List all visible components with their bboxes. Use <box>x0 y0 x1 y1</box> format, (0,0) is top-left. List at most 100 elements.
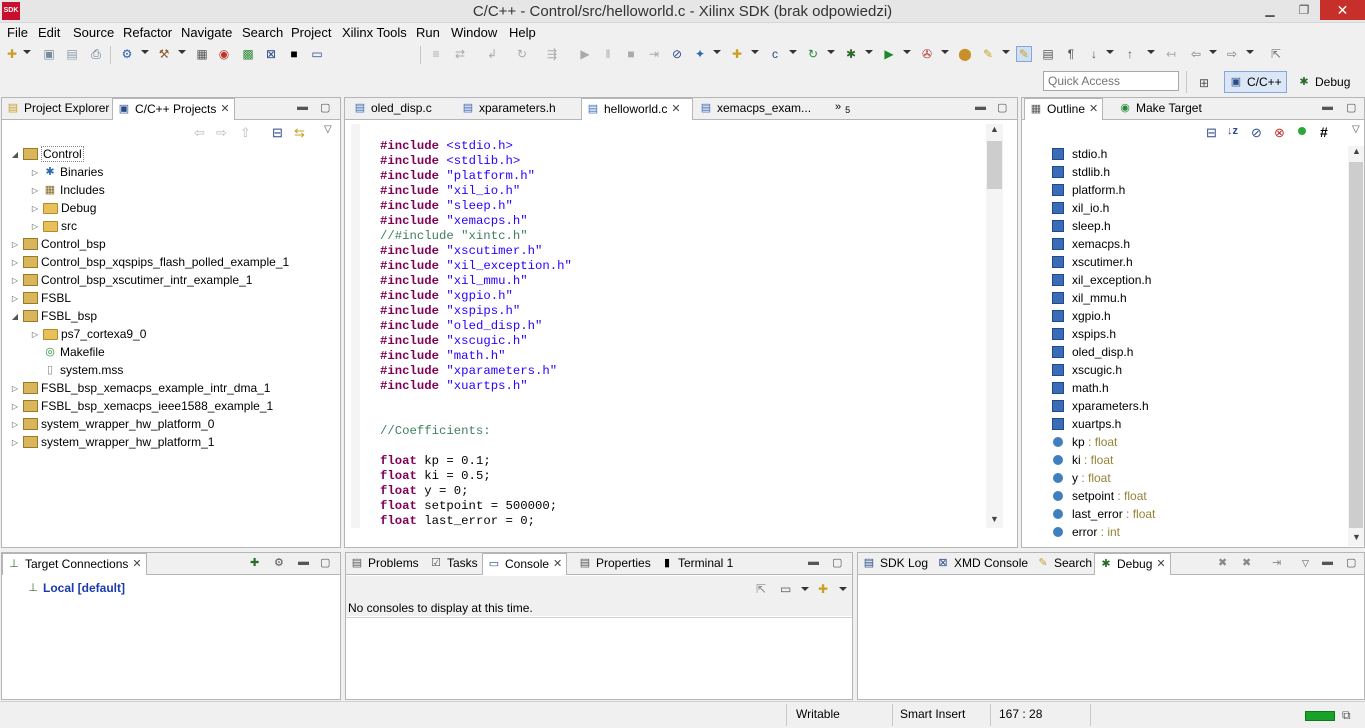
collapse-outline-icon[interactable]: ⊟ <box>1206 125 1217 141</box>
tree-item[interactable]: ▷ Debug <box>30 199 96 217</box>
collapsed-arrow-icon[interactable]: ▷ <box>10 384 20 393</box>
run-icon[interactable]: ▶ <box>881 46 897 62</box>
scroll-up-icon[interactable]: ▲ <box>990 124 999 134</box>
search-dropdown-icon[interactable] <box>1002 50 1010 54</box>
tab-target-connections[interactable]: ⊥ Target Connections ✕ <box>2 553 147 575</box>
step-filter-icon[interactable]: ⇥ <box>1272 556 1281 569</box>
pin-console-icon[interactable]: ⇱ <box>756 582 766 596</box>
menu-project[interactable]: Project <box>291 25 331 40</box>
tree-item[interactable]: ▷ Control_bsp_xqspips_flash_polled_exampl… <box>10 253 289 271</box>
sort-icon[interactable]: ↓z <box>1227 125 1238 137</box>
outline-include[interactable]: xscutimer.h <box>1052 253 1133 271</box>
close-tab-icon[interactable]: ✕ <box>220 102 229 115</box>
expanded-arrow-icon[interactable]: ◢ <box>10 150 20 159</box>
perspective-debug[interactable]: ✱ Debug <box>1293 71 1354 93</box>
tree-item[interactable]: ◢ Control <box>10 145 84 163</box>
new-connection-icon[interactable]: ✚ <box>250 556 259 569</box>
show-whitespace-icon[interactable]: ▤ <box>1040 46 1056 62</box>
expanded-arrow-icon[interactable]: ◢ <box>10 312 20 321</box>
minimize-editor-icon[interactable]: ▬ <box>975 101 986 113</box>
menu-run[interactable]: Run <box>416 25 440 40</box>
tree-item[interactable]: ▷ src <box>30 217 77 235</box>
outline-variable[interactable]: last_error : float <box>1052 505 1155 523</box>
new-project-dropdown-icon[interactable] <box>713 50 721 54</box>
menu-navigate[interactable]: Navigate <box>181 25 232 40</box>
forward-dropdown-icon[interactable] <box>1246 50 1254 54</box>
new-icon[interactable]: ✚ <box>4 46 20 62</box>
tab-cpp-projects[interactable]: ▣ C/C++ Projects ✕ <box>112 98 235 120</box>
pilcrow-icon[interactable]: ¶ <box>1063 46 1079 62</box>
scroll-thumb[interactable] <box>987 141 1002 189</box>
new-dropdown-icon[interactable] <box>23 50 31 54</box>
forward-icon[interactable]: ⇨ <box>1224 46 1240 62</box>
tab-debug[interactable]: ✱ Debug ✕ <box>1094 553 1171 575</box>
binary-icon[interactable]: ▦ <box>194 46 210 62</box>
tab-oled-disp[interactable]: ▤ oled_disp.c <box>349 98 436 120</box>
tree-item[interactable]: ▷ ▦ Includes <box>30 181 105 199</box>
collapsed-arrow-icon[interactable]: ▷ <box>30 204 40 213</box>
debug-bug-icon[interactable]: ✱ <box>843 46 859 62</box>
hide-fields-icon[interactable]: ⊘ <box>1251 125 1262 141</box>
close-tab-icon[interactable]: ✕ <box>1089 102 1098 115</box>
collapsed-arrow-icon[interactable]: ▷ <box>30 168 40 177</box>
tree-item[interactable]: ◎ Makefile <box>30 343 105 361</box>
maximize-view-icon[interactable]: ▢ <box>320 101 330 114</box>
menu-xilinx-tools[interactable]: Xilinx Tools <box>342 25 407 40</box>
next-annotation-dropdown-icon[interactable] <box>1106 50 1114 54</box>
collapsed-arrow-icon[interactable]: ▷ <box>10 402 20 411</box>
minimize-outline-icon[interactable]: ▬ <box>1322 101 1333 113</box>
outline-scrollbar[interactable]: ▲ ▼ <box>1348 146 1364 546</box>
minimize-debug-icon[interactable]: ▬ <box>1322 556 1333 568</box>
outline-include[interactable]: xscugic.h <box>1052 361 1122 379</box>
save-all-icon[interactable]: ▤ <box>64 46 80 62</box>
tab-helloworld[interactable]: ▤ helloworld.c ✕ <box>581 98 693 120</box>
maximize-debug-icon[interactable]: ▢ <box>1346 556 1356 569</box>
refresh-icon[interactable]: ↻ <box>805 46 821 62</box>
collapsed-arrow-icon[interactable]: ▷ <box>30 186 40 195</box>
group-includes-icon[interactable]: # <box>1320 124 1328 140</box>
tab-terminal[interactable]: ▮ Terminal 1 <box>656 553 737 575</box>
heap-status-bar[interactable] <box>1305 711 1335 721</box>
open-console-icon[interactable]: ✚ <box>818 582 828 596</box>
menu-window[interactable]: Window <box>451 25 497 40</box>
back-dropdown-icon[interactable] <box>1209 50 1217 54</box>
menu-edit[interactable]: Edit <box>38 25 60 40</box>
minimize-view-icon[interactable]: ▬ <box>297 101 308 113</box>
new-folder-dropdown-icon[interactable] <box>751 50 759 54</box>
tree-item[interactable]: ▷ Control_bsp_xscutimer_intr_example_1 <box>10 271 253 289</box>
outline-scroll-up-icon[interactable]: ▲ <box>1352 146 1361 156</box>
new-cpp-project-icon[interactable]: ✦ <box>692 46 708 62</box>
collapsed-arrow-icon[interactable]: ▷ <box>10 240 20 249</box>
search-torch-icon[interactable]: ✎ <box>980 46 996 62</box>
tab-make-target[interactable]: ◉ Make Target <box>1114 98 1206 120</box>
terminal-icon[interactable]: ■ <box>286 46 302 62</box>
tree-item[interactable]: ▷ system_wrapper_hw_platform_0 <box>10 415 215 433</box>
tab-project-explorer[interactable]: ▤ Project Explorer <box>2 98 113 120</box>
perspective-cpp[interactable]: ▣ C/C++ <box>1224 71 1287 93</box>
menu-refactor[interactable]: Refactor <box>123 25 172 40</box>
tree-item[interactable]: ▯ system.mss <box>30 361 123 379</box>
minimize-console-icon[interactable]: ▬ <box>808 556 819 568</box>
debug-view-menu-icon[interactable]: ▽ <box>1302 558 1309 569</box>
external-tools-dropdown-icon[interactable] <box>941 50 949 54</box>
hide-static-icon[interactable]: ⊗ <box>1274 125 1285 141</box>
display-console-icon[interactable]: ▭ <box>780 582 791 596</box>
close-tab-icon[interactable]: ✕ <box>132 557 141 570</box>
external-tools-icon[interactable]: ✇ <box>919 46 935 62</box>
tab-search[interactable]: ✎ Search <box>1032 553 1096 575</box>
debug-dropdown-icon[interactable] <box>865 50 873 54</box>
outline-include[interactable]: xuartps.h <box>1052 415 1121 433</box>
outline-include[interactable]: xil_exception.h <box>1052 271 1151 289</box>
program-flash-icon[interactable]: ▩ <box>240 46 256 62</box>
tree-item[interactable]: ◢ FSBL_bsp <box>10 307 97 325</box>
hide-nonpublic-icon[interactable] <box>1298 127 1306 135</box>
maximize-outline-icon[interactable]: ▢ <box>1346 101 1356 114</box>
outline-scroll-down-icon[interactable]: ▼ <box>1352 532 1361 542</box>
tree-item[interactable]: ▷ Control_bsp <box>10 235 106 253</box>
open-console-dropdown-icon[interactable] <box>839 587 847 591</box>
close-tab-icon[interactable]: ✕ <box>1156 557 1165 570</box>
outline-include[interactable]: xspips.h <box>1052 325 1116 343</box>
outline-include[interactable]: oled_disp.h <box>1052 343 1133 361</box>
outline-include[interactable]: platform.h <box>1052 181 1125 199</box>
print-icon[interactable]: ⎙ <box>88 46 104 62</box>
